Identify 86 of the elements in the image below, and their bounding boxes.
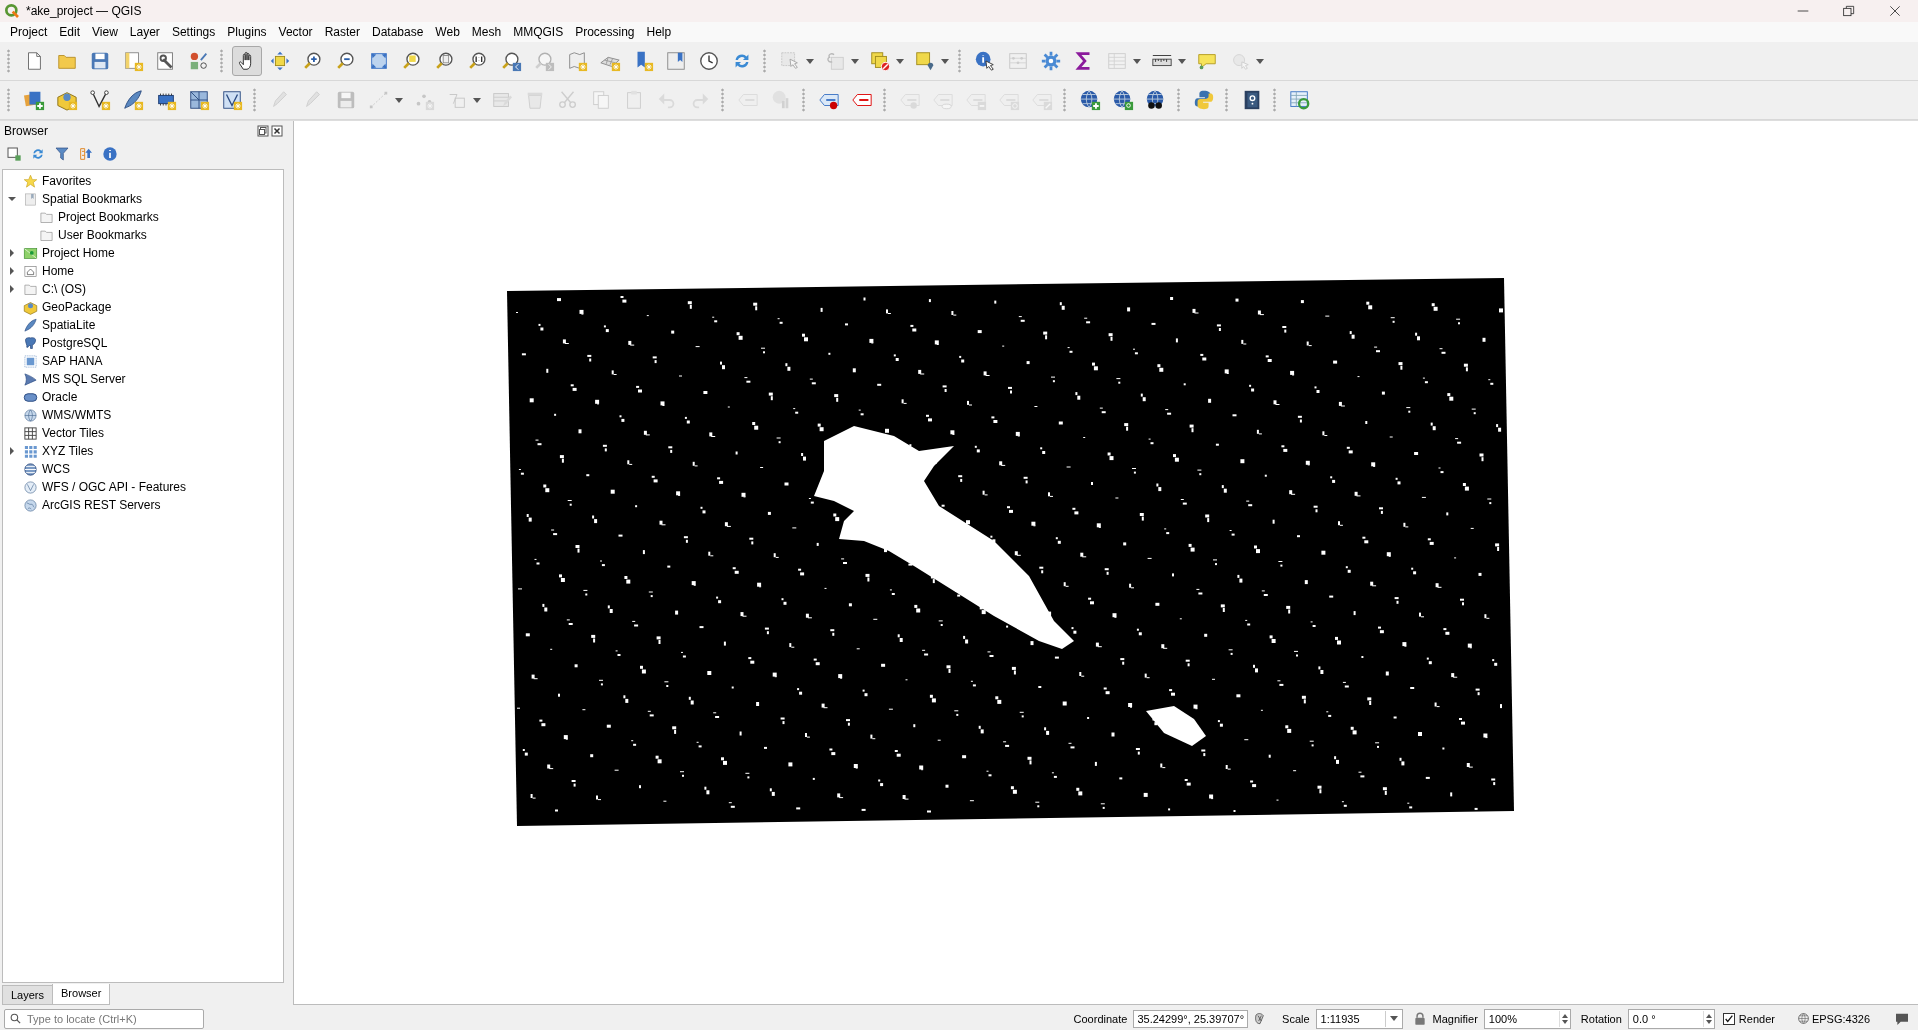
tree-item[interactable]: GeoPackage <box>42 300 112 314</box>
locator-field[interactable]: Type to locate (Ctrl+K) <box>4 1008 204 1029</box>
caret-icon[interactable] <box>941 58 949 64</box>
app-logo-icon <box>4 3 20 19</box>
tree-item[interactable]: WFS / OGC API - Features <box>42 480 187 494</box>
tree-item[interactable]: C:\ (OS) <box>42 282 86 296</box>
menu-item[interactable]: Layer <box>123 23 166 41</box>
globe-icon <box>1796 1012 1810 1025</box>
refresh-icon[interactable] <box>30 146 46 162</box>
tree-item[interactable]: Oracle <box>42 390 78 404</box>
render-checkbox[interactable] <box>1722 1012 1735 1025</box>
globe-icon <box>23 497 38 513</box>
menu-item[interactable]: Raster <box>318 23 366 41</box>
magnifier-spinbox[interactable]: 100% <box>1483 1008 1571 1029</box>
folder-icon <box>39 227 54 243</box>
menu-item[interactable]: Processing <box>569 23 641 41</box>
menu-item[interactable]: MMQGIS <box>507 23 570 41</box>
server-wedge-icon <box>23 371 38 387</box>
folder-icon <box>39 209 54 225</box>
grid-icon <box>23 425 38 441</box>
folder-icon <box>23 281 38 297</box>
caret-icon[interactable] <box>1178 58 1186 64</box>
tiles-icon <box>23 443 38 459</box>
tree-item[interactable]: Home <box>42 264 74 278</box>
rotation-label: Rotation <box>1580 1012 1622 1025</box>
tree-item[interactable]: PostgreSQL <box>42 336 108 350</box>
panel-tab[interactable]: Layers <box>2 985 54 1005</box>
menu-item[interactable]: Database <box>365 23 430 41</box>
close-icon[interactable] <box>271 125 283 137</box>
expand-arrow-icon[interactable] <box>10 267 14 275</box>
home-icon <box>23 263 38 279</box>
menu-item[interactable]: Vector <box>272 23 319 41</box>
menu-item[interactable]: Mesh <box>465 23 508 41</box>
coordinate-field[interactable]: 35.24299°, 25.39707° <box>1133 1009 1249 1028</box>
menu-item[interactable]: Edit <box>53 23 87 41</box>
tree-item[interactable]: User Bookmarks <box>58 228 147 242</box>
dotted-square-icon <box>23 353 38 369</box>
tree-item[interactable]: SAP HANA <box>42 354 103 368</box>
box-globe-icon <box>23 299 38 315</box>
tree-item[interactable]: Vector Tiles <box>42 426 105 440</box>
tree-item[interactable]: Project Home <box>42 246 115 260</box>
globe-icon <box>23 479 38 495</box>
float-icon[interactable] <box>257 125 269 137</box>
tree-item[interactable]: XYZ Tiles <box>42 444 94 458</box>
tree-item[interactable]: Favorites <box>42 174 92 188</box>
menu-item[interactable]: Settings <box>165 23 222 41</box>
expand-arrow-icon[interactable] <box>10 447 14 455</box>
menu-item[interactable]: View <box>86 23 124 41</box>
lock-icon[interactable] <box>1412 1011 1427 1026</box>
tree-item[interactable]: Spatial Bookmarks <box>42 192 143 206</box>
menu-item[interactable]: Help <box>640 23 678 41</box>
panel-title: Browser <box>4 124 49 138</box>
map-folder-icon <box>23 245 38 261</box>
scale-label: Scale <box>1282 1012 1310 1025</box>
tree-item[interactable]: SpatiaLite <box>42 318 96 332</box>
hand-icon[interactable] <box>231 46 262 76</box>
render-label: Render <box>1738 1012 1775 1025</box>
menu-item[interactable]: Project <box>4 23 54 41</box>
rotation-spinbox[interactable]: 0.0 ° <box>1627 1008 1715 1029</box>
tree-item[interactable]: WCS <box>42 462 70 476</box>
tree-item[interactable]: WMS/WMTS <box>42 408 112 422</box>
expand-arrow-icon[interactable] <box>10 285 14 293</box>
globe-icon <box>23 461 38 477</box>
caret-icon[interactable] <box>896 58 904 64</box>
bookmark-page-icon <box>23 191 38 207</box>
panel-tab[interactable]: Browser <box>52 984 111 1005</box>
collapse-all-icon[interactable] <box>78 146 94 162</box>
tree-item[interactable]: MS SQL Server <box>42 372 126 386</box>
elephant-icon <box>23 335 38 351</box>
feather-icon <box>23 317 38 333</box>
star-icon <box>23 173 38 189</box>
window-title: *ake_project — QGIS <box>26 4 142 18</box>
add-layer-icon[interactable] <box>6 146 22 162</box>
tree-item[interactable]: ArcGIS REST Servers <box>42 498 161 512</box>
expand-arrow-icon[interactable] <box>8 197 16 201</box>
expand-arrow-icon[interactable] <box>10 249 14 257</box>
magnifier-label: Magnifier <box>1432 1012 1478 1025</box>
menu-item[interactable]: Plugins <box>221 23 273 41</box>
menu-item[interactable]: Web <box>429 23 466 41</box>
globe-icon <box>23 407 38 423</box>
crs-button[interactable]: EPSG:4326 <box>1811 1012 1870 1025</box>
filter-icon[interactable] <box>54 146 70 162</box>
info-icon[interactable] <box>102 146 118 162</box>
coordinate-label: Coordinate <box>1073 1012 1128 1025</box>
tree-item[interactable]: Project Bookmarks <box>58 210 159 224</box>
scale-combo[interactable]: 1:11935 <box>1315 1008 1403 1029</box>
